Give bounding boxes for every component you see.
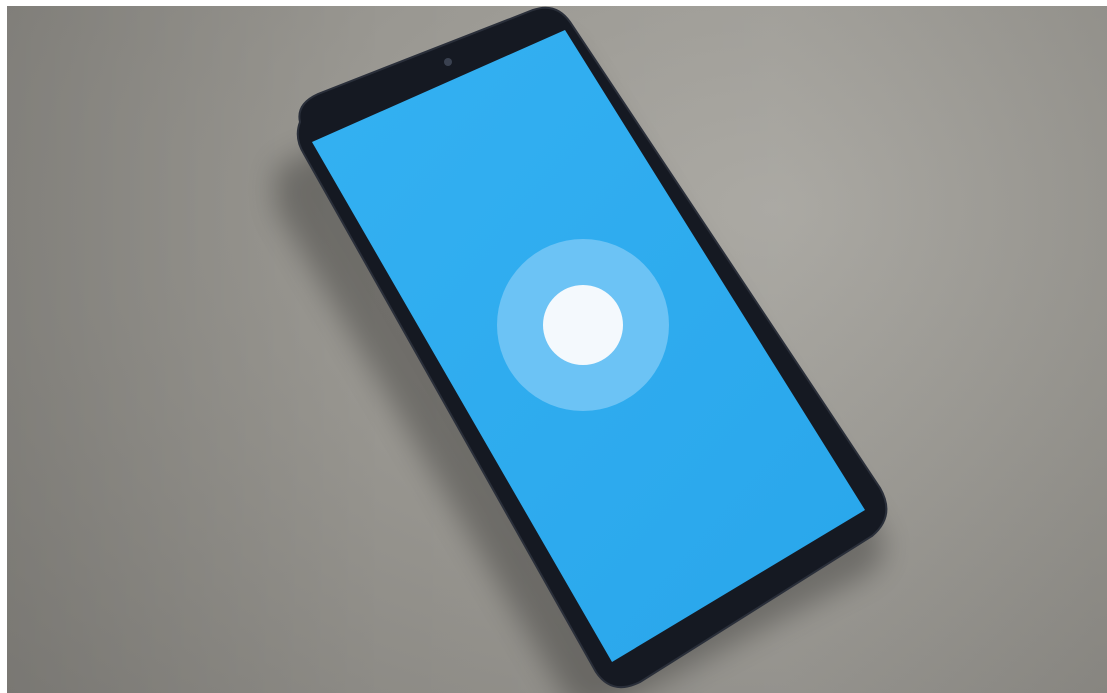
top-border [0, 0, 1107, 6]
photo-scene [0, 0, 1107, 693]
phone-illustration [276, 6, 888, 693]
center-dot [543, 285, 623, 365]
left-border [0, 0, 7, 693]
front-camera-icon [444, 58, 452, 66]
